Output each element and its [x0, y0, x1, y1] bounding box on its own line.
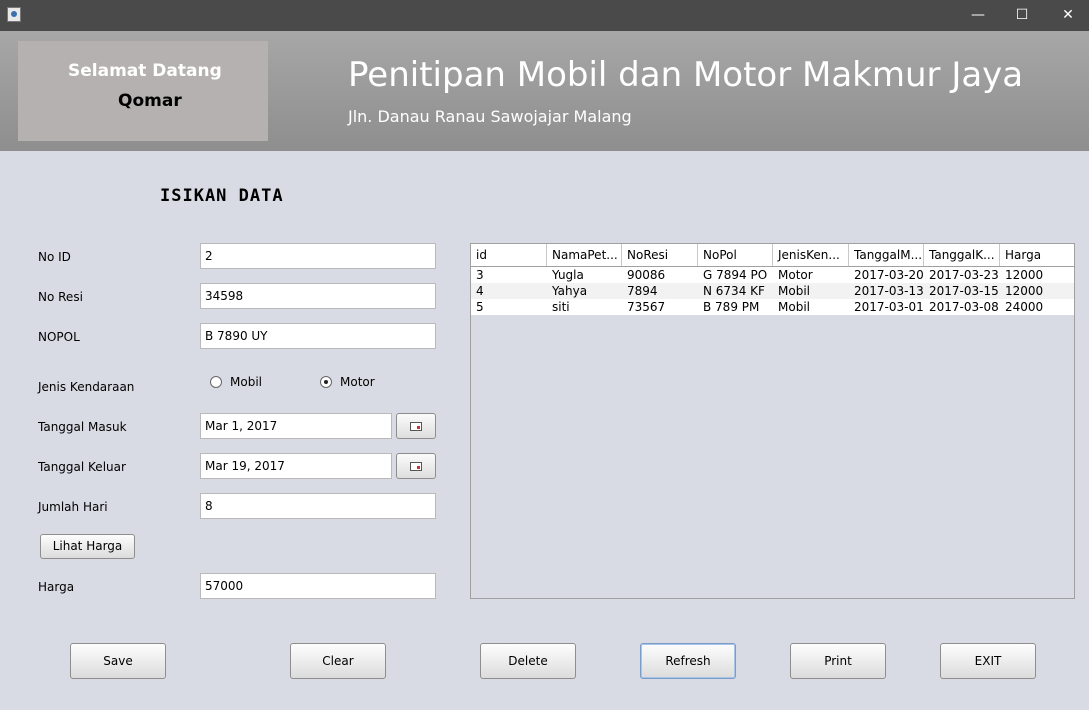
- tanggal-keluar-calendar-button[interactable]: [396, 453, 436, 479]
- column-header[interactable]: Harga: [1000, 244, 1074, 266]
- table-cell: Yugla: [552, 268, 584, 282]
- column-header[interactable]: NoResi: [622, 244, 698, 266]
- welcome-panel: Selamat Datang Qomar: [18, 41, 268, 141]
- user-name: Qomar: [118, 91, 182, 111]
- jenis-kendaraan-label: Jenis Kendaraan: [38, 380, 135, 394]
- table-cell: G 7894 PO: [703, 268, 768, 282]
- clear-button[interactable]: Clear: [290, 643, 386, 679]
- nopol-label: NOPOL: [38, 330, 80, 344]
- maximize-icon[interactable]: ☐: [1002, 0, 1042, 31]
- calendar-icon: [410, 462, 422, 471]
- jumlah-hari-label: Jumlah Hari: [38, 500, 108, 514]
- welcome-text: Selamat Datang: [68, 61, 222, 81]
- header-banner: Selamat Datang Qomar Penitipan Mobil dan…: [0, 31, 1089, 151]
- radio-motor-circle[interactable]: [320, 376, 332, 388]
- close-icon[interactable]: ✕: [1048, 0, 1088, 31]
- data-table[interactable]: id NamaPet... NoResi NoPol JenisKen... T…: [470, 243, 1075, 599]
- calendar-icon: [410, 422, 422, 431]
- tanggal-masuk-field[interactable]: Mar 1, 2017: [200, 413, 392, 439]
- radio-mobil-label: Mobil: [230, 375, 262, 389]
- table-cell: Yahya: [552, 284, 588, 298]
- column-header[interactable]: TanggalK...: [924, 244, 1000, 266]
- table-cell: 90086: [627, 268, 666, 282]
- radio-motor-label: Motor: [340, 375, 375, 389]
- tanggal-keluar-label: Tanggal Keluar: [38, 460, 126, 474]
- table-cell: Motor: [778, 268, 813, 282]
- table-cell: 2017-03-01: [854, 300, 924, 314]
- lihat-harga-button[interactable]: Lihat Harga: [40, 534, 135, 559]
- table-cell: Mobil: [778, 300, 810, 314]
- column-header[interactable]: NamaPet...: [547, 244, 622, 266]
- table-cell: 2017-03-15: [929, 284, 999, 298]
- nopol-field[interactable]: B 7890 UY: [200, 323, 436, 349]
- table-cell: 3: [476, 268, 484, 282]
- radio-mobil-circle[interactable]: [210, 376, 222, 388]
- table-cell: 5: [476, 300, 484, 314]
- java-app-icon: [7, 7, 21, 22]
- tanggal-masuk-calendar-button[interactable]: [396, 413, 436, 439]
- table-row[interactable]: 3 Yugla 90086 G 7894 PO Motor 2017-03-20…: [471, 267, 1074, 283]
- table-row[interactable]: 4 Yahya 7894 N 6734 KF Mobil 2017-03-13 …: [471, 283, 1074, 299]
- tanggal-keluar-field[interactable]: Mar 19, 2017: [200, 453, 392, 479]
- app-title: Penitipan Mobil dan Motor Makmur Jaya: [348, 55, 1024, 95]
- delete-button[interactable]: Delete: [480, 643, 576, 679]
- harga-field[interactable]: 57000: [200, 573, 436, 599]
- table-cell: 12000: [1005, 268, 1044, 282]
- table-cell: 4: [476, 284, 484, 298]
- table-cell: 2017-03-08: [929, 300, 999, 314]
- no-id-label: No ID: [38, 250, 71, 264]
- table-cell: 24000: [1005, 300, 1044, 314]
- window-titlebar[interactable]: — ☐ ✕: [0, 0, 1089, 31]
- table-cell: 12000: [1005, 284, 1044, 298]
- column-header[interactable]: JenisKen...: [773, 244, 849, 266]
- table-cell: N 6734 KF: [703, 284, 765, 298]
- column-header[interactable]: id: [471, 244, 547, 266]
- print-button[interactable]: Print: [790, 643, 886, 679]
- jumlah-hari-field[interactable]: 8: [200, 493, 436, 519]
- tanggal-masuk-label: Tanggal Masuk: [38, 420, 127, 434]
- table-cell: B 789 PM: [703, 300, 760, 314]
- harga-label: Harga: [38, 580, 75, 594]
- table-cell: 2017-03-23: [929, 268, 999, 282]
- table-header: id NamaPet... NoResi NoPol JenisKen... T…: [471, 244, 1074, 267]
- column-header[interactable]: TanggalM...: [849, 244, 924, 266]
- minimize-icon[interactable]: —: [958, 0, 998, 31]
- exit-button[interactable]: EXIT: [940, 643, 1036, 679]
- table-cell: 7894: [627, 284, 658, 298]
- save-button[interactable]: Save: [70, 643, 166, 679]
- no-resi-label: No Resi: [38, 290, 83, 304]
- column-header[interactable]: NoPol: [698, 244, 773, 266]
- table-cell: siti: [552, 300, 570, 314]
- table-cell: Mobil: [778, 284, 810, 298]
- no-id-field[interactable]: 2: [200, 243, 436, 269]
- refresh-button[interactable]: Refresh: [640, 643, 736, 679]
- table-cell: 2017-03-13: [854, 284, 924, 298]
- app-address: Jln. Danau Ranau Sawojajar Malang: [348, 107, 632, 126]
- table-cell: 2017-03-20: [854, 268, 924, 282]
- table-cell: 73567: [627, 300, 666, 314]
- no-resi-field[interactable]: 34598: [200, 283, 436, 309]
- form-section-title: ISIKAN DATA: [160, 186, 284, 206]
- table-row[interactable]: 5 siti 73567 B 789 PM Mobil 2017-03-01 2…: [471, 299, 1074, 315]
